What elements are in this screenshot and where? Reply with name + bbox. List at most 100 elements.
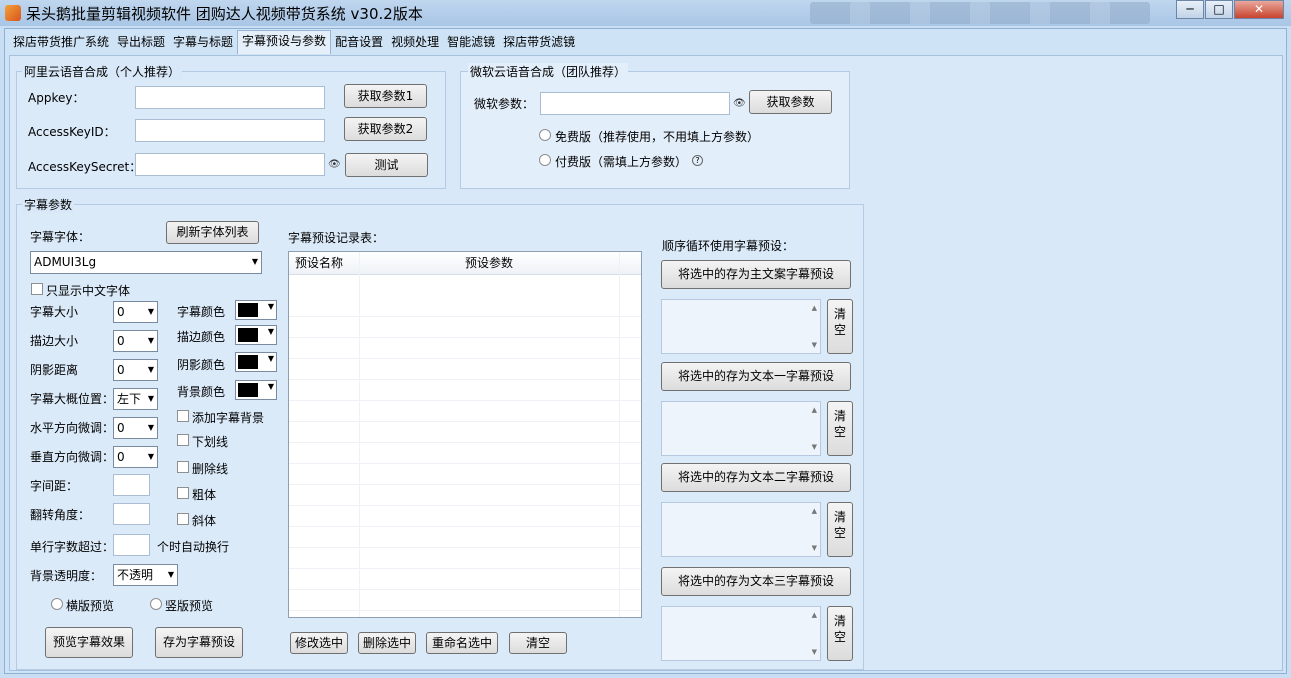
table-row (289, 317, 641, 338)
scroll-down-icon[interactable]: ▼ (812, 544, 817, 552)
wrap-label: 单行字数超过： (30, 540, 115, 554)
accesskeysecret-input[interactable] (135, 153, 325, 176)
clear-bottom-char: 空 (833, 630, 846, 644)
scroll-up-icon[interactable]: ▲ (812, 611, 817, 619)
chevron-down-icon: ▼ (147, 452, 154, 461)
bg-color-picker[interactable]: ▼ (235, 380, 277, 400)
test-button[interactable]: 测试 (345, 153, 428, 177)
wrap-input[interactable] (113, 534, 150, 556)
bold-checkbox[interactable] (177, 487, 189, 499)
scroll-down-icon[interactable]: ▼ (812, 341, 817, 349)
add-bg-checkbox[interactable] (177, 410, 189, 422)
table-row (289, 590, 641, 611)
paid-version-radio[interactable] (539, 154, 551, 166)
color-picker[interactable]: ▼ (235, 300, 277, 320)
scroll-up-icon[interactable]: ▲ (812, 507, 817, 515)
shadow-select[interactable]: 0 ▼ (113, 359, 158, 381)
opacity-value: 不透明 (117, 568, 154, 582)
preset-table[interactable]: 预设名称 预设参数 (288, 251, 642, 618)
table-row (289, 401, 641, 422)
landscape-radio[interactable] (51, 598, 63, 610)
save-main-preset-button[interactable]: 将选中的存为主文案字幕预设 (661, 260, 851, 289)
underline-label: 下划线 (192, 435, 229, 449)
help-icon[interactable]: ? (692, 155, 703, 166)
show-password-icon[interactable]: 👁 (328, 159, 341, 170)
opacity-select[interactable]: 不透明 ▼ (113, 564, 178, 586)
portrait-radio[interactable] (150, 598, 162, 610)
clear-table-button[interactable]: 清空 (509, 632, 567, 654)
col-preset-name[interactable]: 预设名称 (295, 252, 343, 275)
free-version-radio[interactable] (539, 129, 551, 141)
table-row (289, 422, 641, 443)
text2-preset-memo[interactable]: ▲ ▼ (661, 502, 821, 557)
v-adjust-select[interactable]: 0 ▼ (113, 446, 158, 468)
scroll-down-icon[interactable]: ▼ (812, 443, 817, 451)
clear-text3-button[interactable]: 清空 (827, 606, 853, 661)
save-preset-button[interactable]: 存为字幕预设 (155, 627, 243, 658)
text1-preset-memo[interactable]: ▲ ▼ (661, 401, 821, 456)
delete-selected-button[interactable]: 删除选中 (358, 632, 416, 654)
stroke-color-picker[interactable]: ▼ (235, 325, 277, 345)
size-select[interactable]: 0 ▼ (113, 301, 158, 323)
clear-top-char: 清 (833, 614, 846, 628)
underline-checkbox[interactable] (177, 434, 189, 446)
save-text2-preset-button[interactable]: 将选中的存为文本二字幕预设 (661, 463, 851, 492)
tab-export-title[interactable]: 导出标题 (113, 32, 169, 53)
shadow-color-picker[interactable]: ▼ (235, 352, 277, 372)
ms-show-password-icon[interactable]: 👁 (733, 98, 746, 109)
italic-checkbox[interactable] (177, 513, 189, 525)
modify-selected-button[interactable]: 修改选中 (290, 632, 348, 654)
tab-store-promotion[interactable]: 探店带货推广系统 (9, 32, 113, 53)
shadow-value: 0 (117, 363, 125, 377)
only-chinese-checkbox[interactable] (31, 283, 43, 295)
save-text1-preset-button[interactable]: 将选中的存为文本一字幕预设 (661, 362, 851, 391)
clear-main-button[interactable]: 清空 (827, 299, 853, 354)
chevron-down-icon: ▼ (267, 327, 274, 336)
scroll-down-icon[interactable]: ▼ (812, 648, 817, 656)
tab-subtitle-presets[interactable]: 字幕预设与参数 (237, 30, 332, 54)
chevron-down-icon: ▼ (147, 365, 154, 374)
clear-text1-button[interactable]: 清空 (827, 401, 853, 456)
clear-bottom-char: 空 (833, 425, 846, 439)
rename-selected-button[interactable]: 重命名选中 (426, 632, 498, 654)
ms-get-params-button[interactable]: 获取参数 (749, 90, 832, 114)
h-adjust-select[interactable]: 0 ▼ (113, 417, 158, 439)
col-preset-params[interactable]: 预设参数 (465, 252, 513, 275)
text3-preset-memo[interactable]: ▲ ▼ (661, 606, 821, 661)
tab-video-processing[interactable]: 视频处理 (387, 32, 443, 53)
microsoft-legend: 微软云语音合成（团队推荐） (468, 63, 629, 80)
table-row (289, 443, 641, 464)
scroll-up-icon[interactable]: ▲ (812, 406, 817, 414)
tab-store-filter[interactable]: 探店带货滤镜 (499, 32, 579, 53)
ms-param-label: 微软参数： (474, 97, 535, 111)
appkey-input[interactable] (135, 86, 325, 109)
stroke-select[interactable]: 0 ▼ (113, 330, 158, 352)
save-text3-preset-button[interactable]: 将选中的存为文本三字幕预设 (661, 567, 851, 596)
opacity-label: 背景透明度： (30, 569, 103, 583)
strike-checkbox[interactable] (177, 461, 189, 473)
preview-subtitle-button[interactable]: 预览字幕效果 (45, 627, 133, 658)
scroll-up-icon[interactable]: ▲ (812, 304, 817, 312)
refresh-fonts-button[interactable]: 刷新字体列表 (166, 221, 259, 244)
clear-top-char: 清 (833, 307, 846, 321)
maximize-button[interactable]: □ (1205, 0, 1233, 19)
font-select[interactable]: ADMUI3Lg ▼ (30, 251, 262, 274)
clear-bottom-char: 空 (833, 526, 846, 540)
position-select[interactable]: 左下 ▼ (113, 388, 158, 410)
minimize-button[interactable]: ─ (1176, 0, 1204, 19)
v-adjust-value: 0 (117, 450, 125, 464)
clear-text2-button[interactable]: 清空 (827, 502, 853, 557)
get-params2-button[interactable]: 获取参数2 (344, 117, 427, 141)
tab-smart-filter[interactable]: 智能滤镜 (443, 32, 499, 53)
tab-voice-settings[interactable]: 配音设置 (331, 32, 387, 53)
stroke-value: 0 (117, 334, 125, 348)
accesskeyid-input[interactable] (135, 119, 325, 142)
spacing-input[interactable] (113, 474, 150, 496)
close-button[interactable]: ✕ (1234, 0, 1284, 19)
stroke-label: 描边大小 (30, 334, 79, 348)
main-preset-memo[interactable]: ▲ ▼ (661, 299, 821, 354)
tab-subtitle-title[interactable]: 字幕与标题 (169, 32, 237, 53)
get-params1-button[interactable]: 获取参数1 (344, 84, 427, 108)
ms-param-input[interactable] (540, 92, 730, 115)
rotate-input[interactable] (113, 503, 150, 525)
